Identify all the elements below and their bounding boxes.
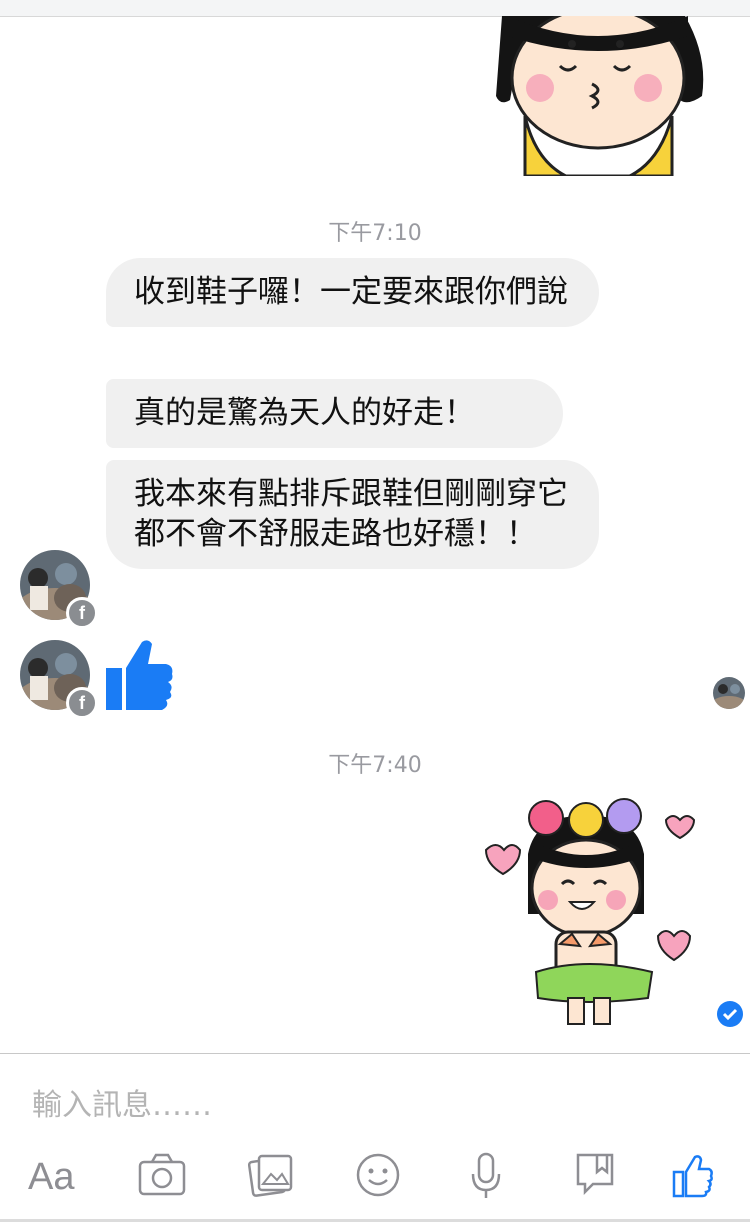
read-receipt-avatar	[713, 677, 745, 709]
sticker-hula-girl[interactable]	[476, 794, 701, 1029]
timestamp-1910: 下午7:10	[328, 221, 422, 246]
message-bubble[interactable]: 我本來有點排斥跟鞋但剛剛穿它都不會不舒服走路也好穩！！	[106, 460, 599, 569]
smiley-icon[interactable]	[355, 1152, 401, 1198]
aa-icon[interactable]: Aa	[28, 1156, 74, 1199]
composer-divider	[0, 1053, 750, 1054]
timestamp-1940: 下午7:40	[328, 753, 422, 778]
top-status-strip	[0, 0, 750, 17]
message-bubble[interactable]: 收到鞋子囉！一定要來跟你們說	[106, 258, 599, 327]
message-input[interactable]: 輸入訊息……	[32, 1080, 212, 1124]
thumbs-up-icon[interactable]	[104, 638, 174, 712]
facebook-badge-icon: f	[66, 597, 98, 629]
seen-check-icon	[717, 1001, 743, 1027]
facebook-badge-icon: f	[66, 687, 98, 719]
camera-icon[interactable]	[138, 1152, 186, 1196]
microphone-icon[interactable]	[470, 1152, 502, 1200]
sticker-girl-kiss[interactable]	[480, 16, 715, 176]
message-bubble[interactable]: 真的是驚為天人的好走！	[106, 379, 563, 448]
gallery-icon[interactable]	[248, 1152, 294, 1198]
like-button-icon[interactable]	[672, 1154, 714, 1198]
sticker-icon[interactable]	[575, 1152, 615, 1196]
